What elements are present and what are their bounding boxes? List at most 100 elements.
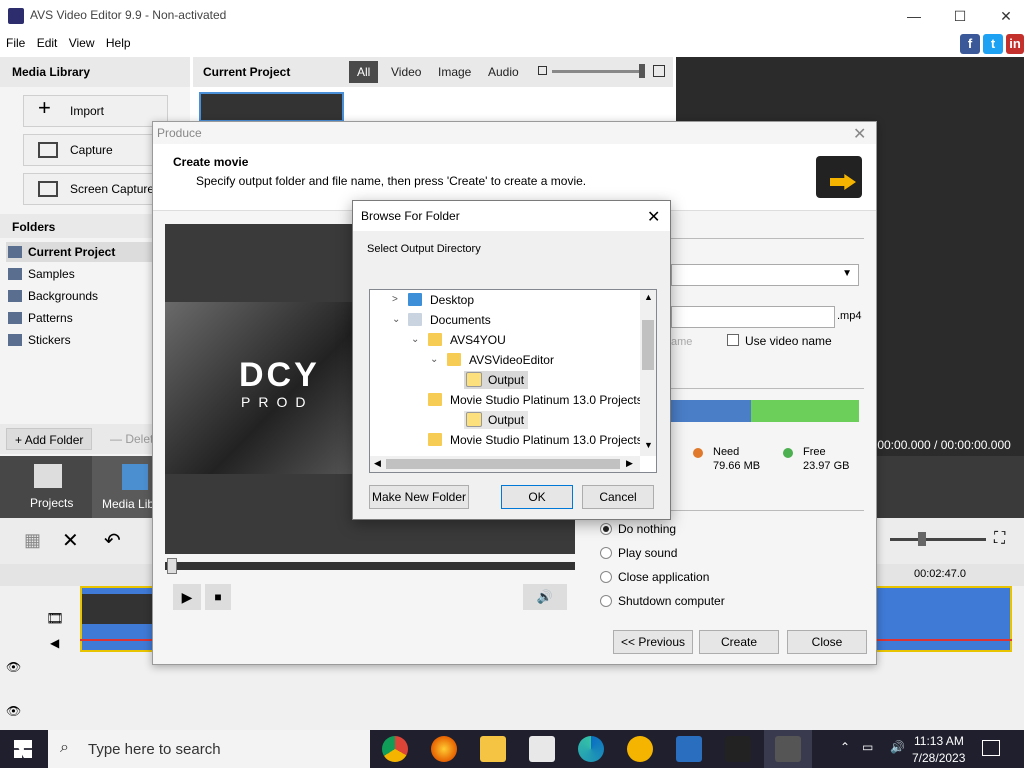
- notification-icon[interactable]: [982, 740, 1000, 756]
- chevron-left-icon[interactable]: ◀: [374, 458, 381, 469]
- delete-icon[interactable]: ✕: [62, 528, 79, 553]
- zoom-slider[interactable]: [552, 70, 644, 73]
- eye-icon[interactable]: 👁: [6, 704, 21, 718]
- project-thumbnail[interactable]: [199, 92, 344, 122]
- chevron-up-icon[interactable]: ⌃: [840, 740, 850, 754]
- filename-input[interactable]: [671, 306, 835, 328]
- firefox-icon[interactable]: [431, 736, 457, 762]
- twitter-icon[interactable]: t: [983, 34, 1003, 54]
- option-close-application[interactable]: Close application: [600, 568, 709, 586]
- store-icon[interactable]: [529, 736, 555, 762]
- file-explorer-icon[interactable]: [480, 736, 506, 762]
- option-play-sound[interactable]: Play sound: [600, 544, 677, 562]
- option-shutdown-computer[interactable]: Shutdown computer: [600, 592, 725, 610]
- filter-all[interactable]: All: [349, 61, 379, 83]
- tree-item-documents[interactable]: ⌄ Documents: [370, 310, 640, 330]
- minimize-button[interactable]: —: [904, 6, 924, 26]
- facebook-icon[interactable]: f: [960, 34, 980, 54]
- menu-view[interactable]: View: [67, 32, 97, 54]
- logo-mark: DCY: [239, 356, 320, 394]
- add-folder-button[interactable]: + Add Folder: [6, 428, 93, 450]
- thumb-small-icon[interactable]: [538, 66, 547, 75]
- volume-icon[interactable]: 🔊: [523, 584, 567, 610]
- storyboard-icon[interactable]: ▦: [24, 530, 41, 551]
- plus-icon: +: [15, 433, 25, 447]
- vertical-scrollbar[interactable]: ▲ ▼: [640, 290, 656, 456]
- fit-icon[interactable]: ⛶: [994, 530, 1005, 548]
- close-dialog-button[interactable]: Close: [787, 630, 867, 654]
- browse-folder-dialog: Browse For Folder ✕ Select Output Direct…: [352, 200, 671, 520]
- folder-icon: [8, 290, 22, 302]
- tree-item-movie-studio-projects[interactable]: Movie Studio Platinum 13.0 Projects: [370, 390, 643, 410]
- chevron-right-icon[interactable]: ▶: [626, 458, 633, 469]
- tree-item-desktop[interactable]: > Desktop: [370, 290, 640, 310]
- tree-item-avs4you[interactable]: ⌄ AVS4YOU: [370, 330, 640, 350]
- game-icon[interactable]: [725, 736, 751, 762]
- menu-bar: File Edit View Help: [0, 32, 1024, 54]
- thumb-large-icon[interactable]: [653, 65, 665, 77]
- tree-item-output[interactable]: Output: [370, 410, 640, 430]
- filter-video[interactable]: Video: [383, 61, 429, 83]
- screen-capture-button[interactable]: Screen Capture: [23, 173, 168, 205]
- file-extension: .mp4: [837, 310, 862, 322]
- preview-seekbar[interactable]: [165, 562, 575, 570]
- avs-taskbar-item[interactable]: [764, 730, 812, 768]
- scrollbar-thumb[interactable]: [386, 459, 620, 469]
- cancel-button[interactable]: Cancel: [582, 485, 654, 509]
- timeline-zoom-slider[interactable]: [890, 538, 986, 541]
- menu-file[interactable]: File: [4, 32, 27, 54]
- ok-button[interactable]: OK: [501, 485, 573, 509]
- video-app-icon[interactable]: [676, 736, 702, 762]
- chevron-down-icon[interactable]: ▼: [644, 440, 653, 450]
- chevron-down-icon: ⌄: [430, 354, 439, 365]
- projects-tab[interactable]: Projects: [0, 456, 92, 518]
- timeline-zoom-thumb[interactable]: [918, 532, 926, 546]
- disk-usage-need: [671, 400, 751, 422]
- make-new-folder-button[interactable]: Make New Folder: [369, 485, 469, 509]
- maximize-button[interactable]: ☐: [950, 6, 970, 26]
- media-icon: [122, 464, 148, 490]
- folder-tree[interactable]: > Desktop ⌄ Documents ⌄ AVS4YOU ⌄ AVSVideoEd…: [369, 289, 657, 473]
- edge-icon[interactable]: [578, 736, 604, 762]
- seek-thumb[interactable]: [167, 558, 177, 574]
- capture-button[interactable]: Capture: [23, 134, 168, 166]
- chrome-icon[interactable]: [382, 736, 408, 762]
- play-icon[interactable]: ▶: [173, 584, 201, 610]
- filter-image[interactable]: Image: [430, 61, 479, 83]
- zoom-slider-thumb[interactable]: [639, 64, 645, 78]
- stop-icon[interactable]: ■: [205, 584, 231, 610]
- tree-item-output-selected[interactable]: Output: [370, 370, 640, 390]
- create-button[interactable]: Create: [699, 630, 779, 654]
- browse-close-icon[interactable]: ✕: [647, 207, 660, 227]
- menu-edit[interactable]: Edit: [35, 32, 60, 54]
- filter-audio[interactable]: Audio: [480, 61, 527, 83]
- taskbar-search[interactable]: ⌕ Type here to search: [48, 730, 370, 768]
- speaker-icon[interactable]: ◀: [50, 636, 59, 650]
- free-value: 23.97 GB: [803, 460, 850, 472]
- horizontal-scrollbar[interactable]: ◀ ▶: [370, 456, 640, 472]
- undo-icon[interactable]: ↶: [104, 528, 121, 553]
- tree-item-avsvideoeditor[interactable]: ⌄ AVSVideoEditor: [370, 350, 640, 370]
- chevron-up-icon[interactable]: ▲: [644, 292, 653, 302]
- clock-time[interactable]: 11:13 AM: [914, 734, 964, 748]
- volume-icon[interactable]: 🔊: [890, 740, 905, 754]
- app-icon[interactable]: [627, 736, 653, 762]
- clapper-icon: [816, 156, 862, 198]
- folder-icon: [466, 372, 482, 387]
- tree-item-movie-studio-projects-2[interactable]: Movie Studio Platinum 13.0 Projects: [370, 430, 643, 450]
- close-button[interactable]: ✕: [996, 6, 1016, 26]
- social-icon[interactable]: in: [1006, 34, 1024, 54]
- format-select[interactable]: ▼: [671, 264, 859, 286]
- network-icon[interactable]: ▭: [862, 740, 873, 754]
- previous-button[interactable]: << Previous: [613, 630, 693, 654]
- scrollbar-thumb[interactable]: [642, 320, 654, 370]
- eye-icon[interactable]: 👁: [6, 660, 21, 674]
- use-video-name-checkbox[interactable]: [727, 334, 739, 346]
- produce-close-icon[interactable]: ✕: [853, 124, 866, 144]
- chevron-down-icon: ▼: [842, 268, 852, 279]
- option-do-nothing[interactable]: Do nothing: [600, 520, 676, 538]
- produce-heading: Create movie: [173, 155, 249, 169]
- clock-date[interactable]: 7/28/2023: [912, 751, 965, 765]
- menu-help[interactable]: Help: [104, 32, 133, 54]
- import-button[interactable]: + Import: [23, 95, 168, 127]
